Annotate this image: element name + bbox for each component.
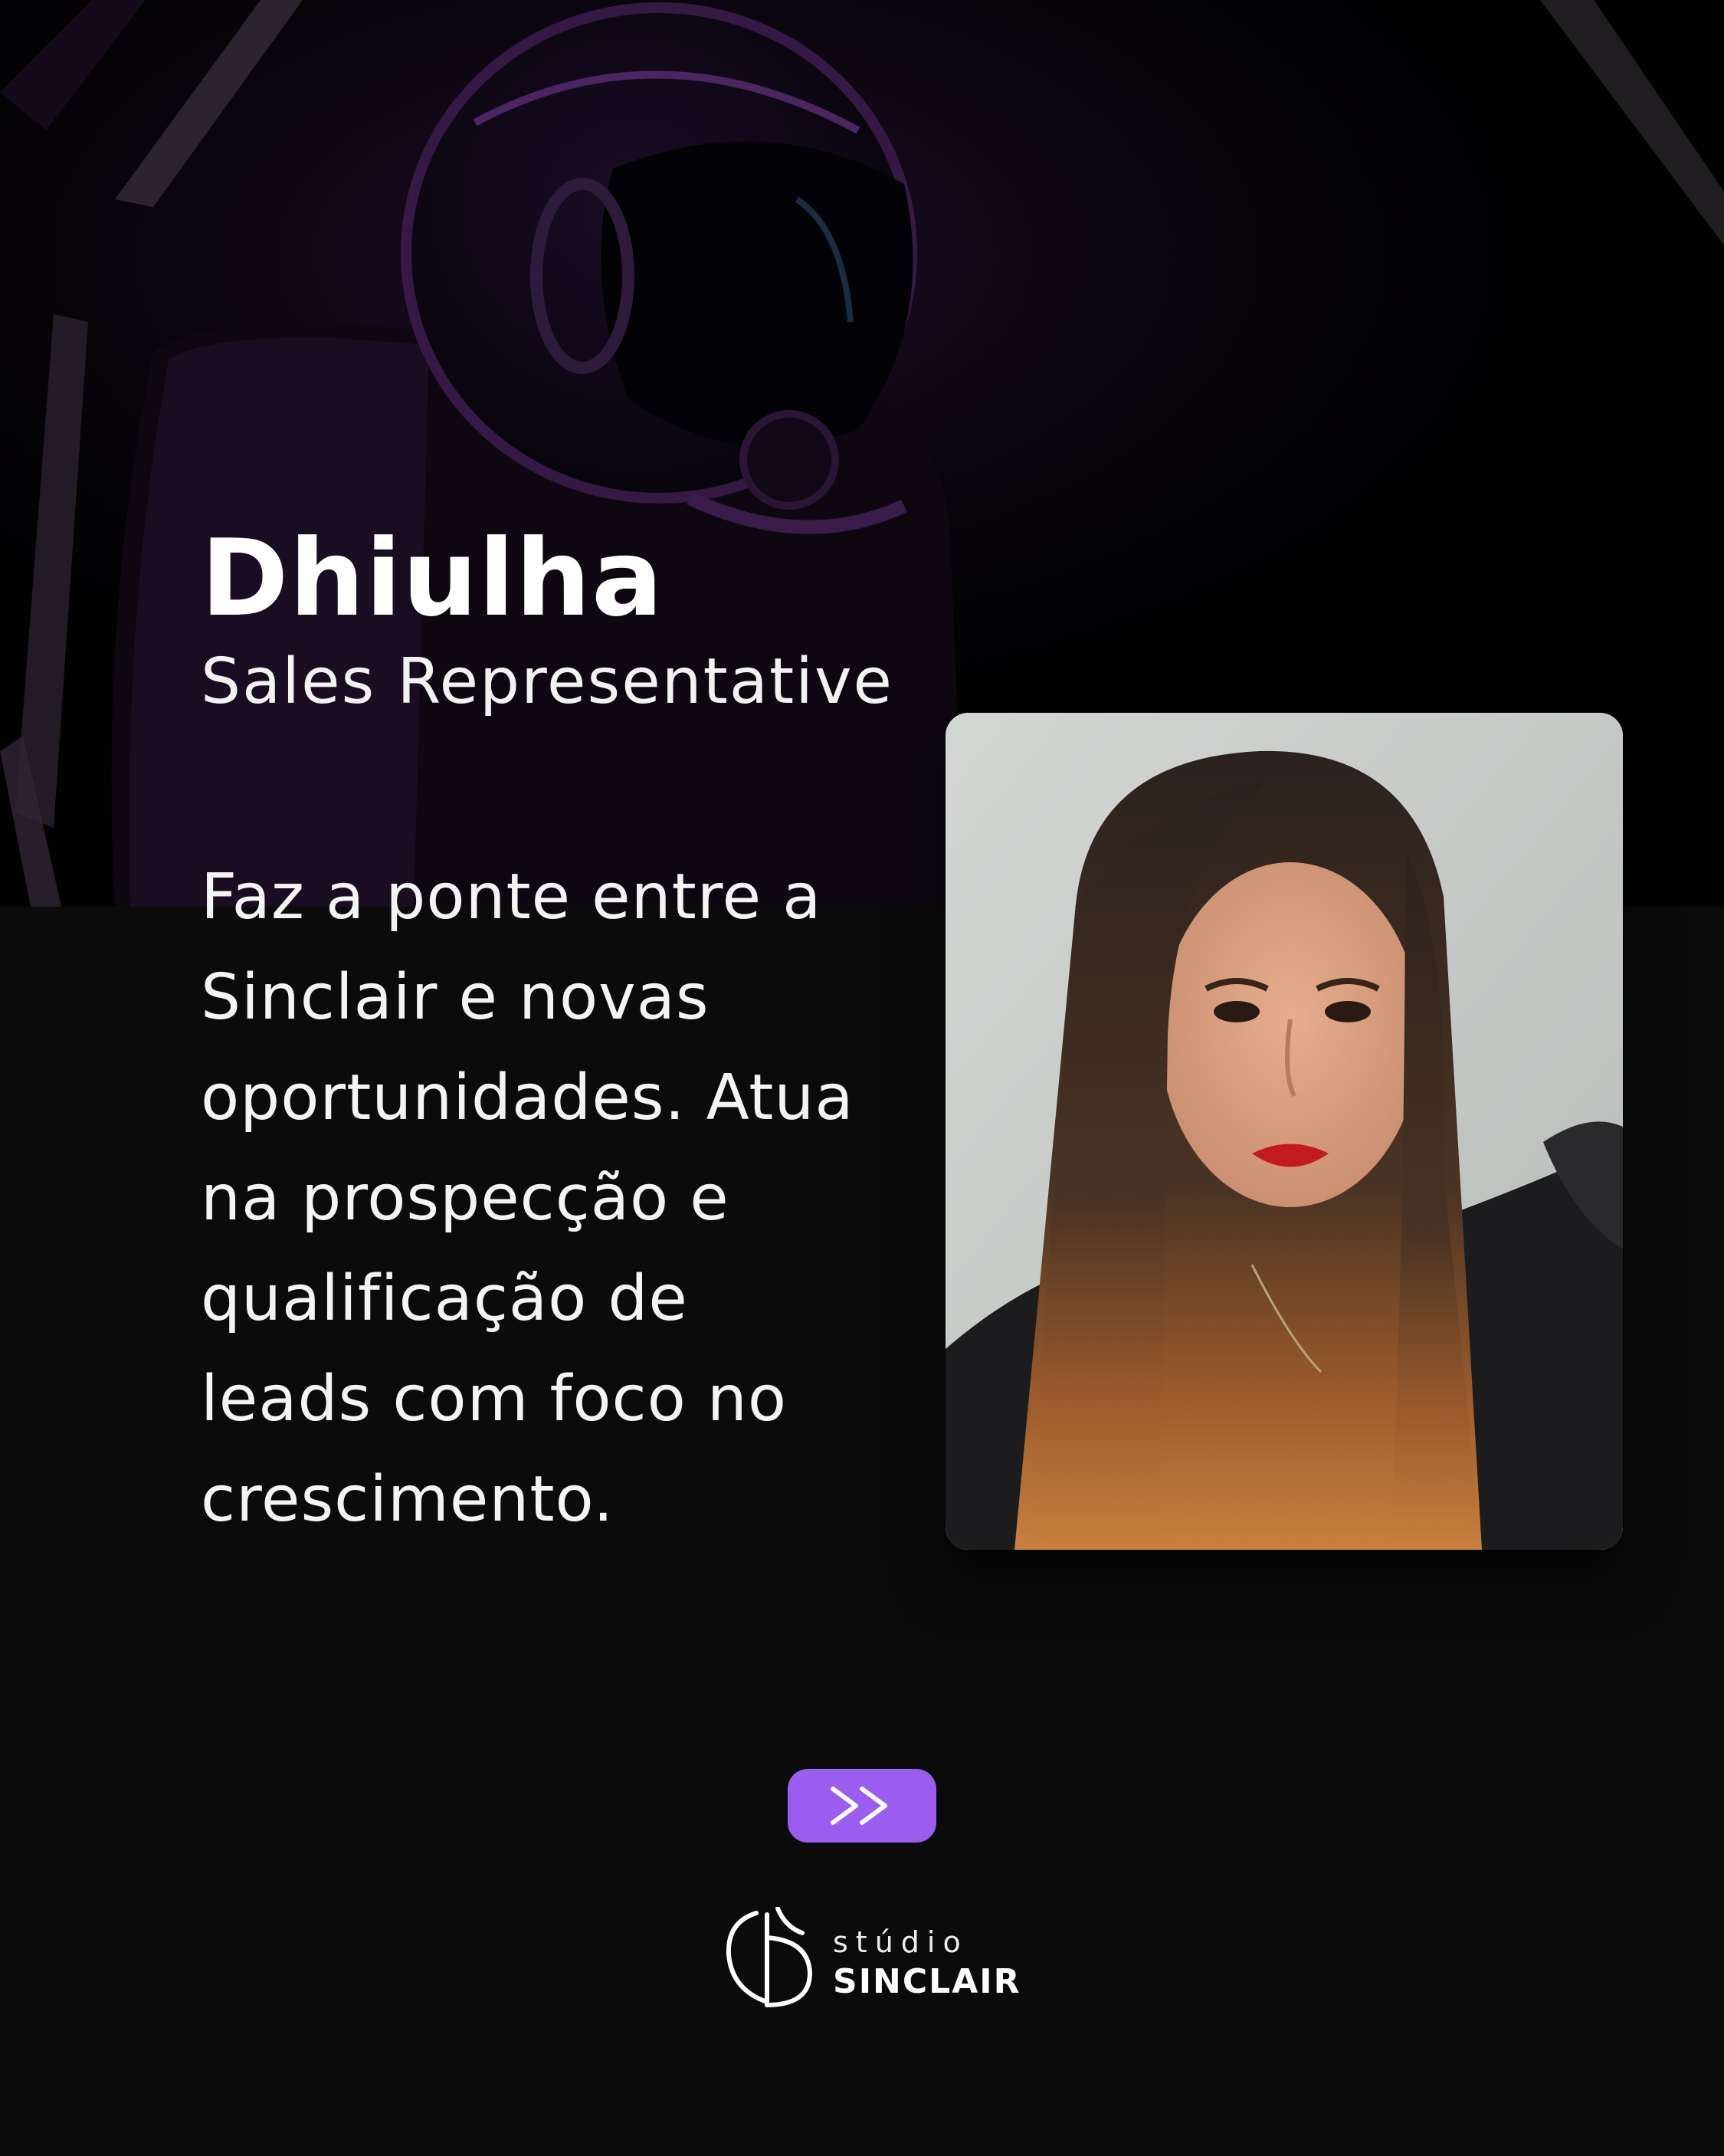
studio-sinclair-logo: stúdio SINCLAIR — [724, 1907, 1020, 2014]
logo-text-sinclair: SINCLAIR — [833, 1962, 1021, 2001]
profile-photo — [946, 713, 1623, 1550]
profile-role: Sales Representative — [201, 645, 893, 718]
next-button[interactable] — [788, 1769, 936, 1843]
logo-text-studio: stúdio — [833, 1925, 969, 1959]
profile-name: Dhiulha — [201, 517, 664, 640]
profile-bio: Faz a ponte entre a Sinclair e novas opo… — [201, 861, 854, 1536]
logo-mark-icon — [726, 1907, 813, 2007]
double-chevron-right-icon — [831, 1787, 887, 1825]
